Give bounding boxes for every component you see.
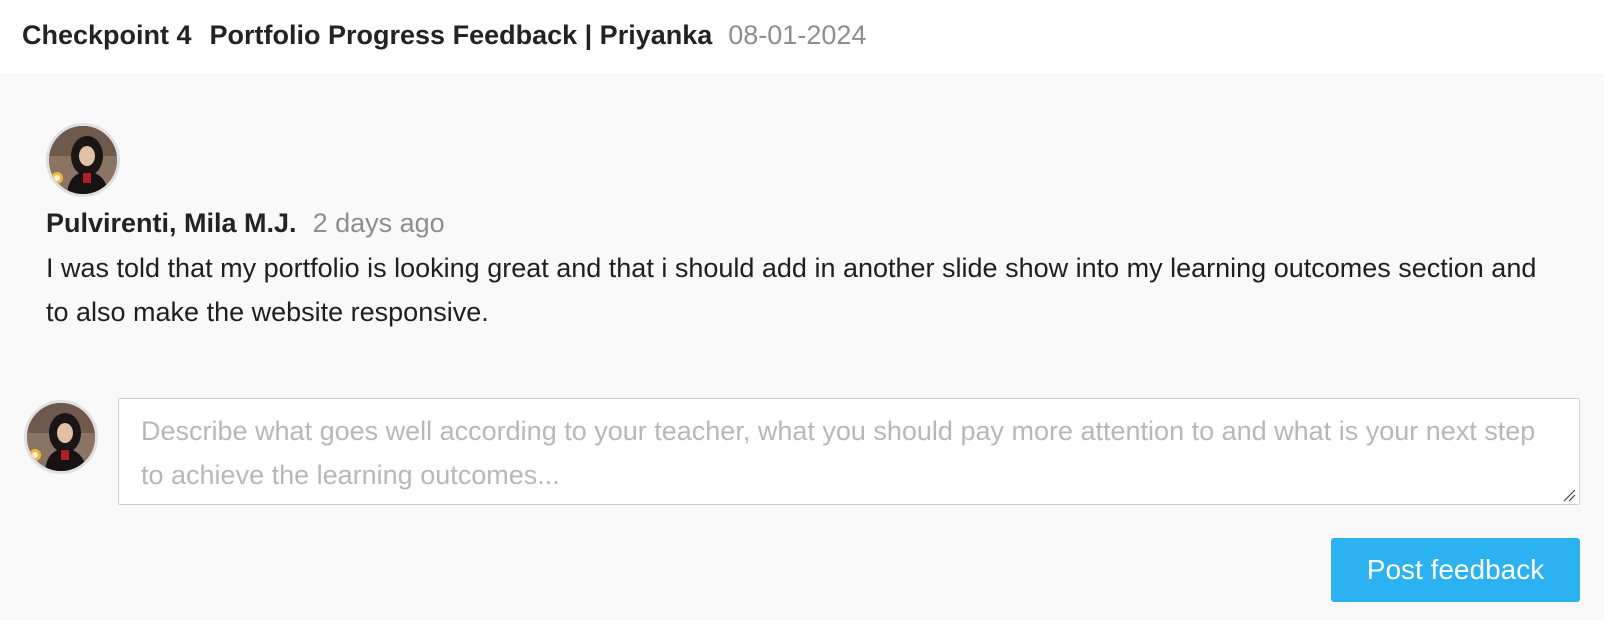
comment-timestamp: 2 days ago xyxy=(312,208,445,238)
checkpoint-label: Checkpoint 4 xyxy=(22,20,192,50)
comment-meta: Pulvirenti, Mila M.J. 2 days ago xyxy=(46,205,445,246)
current-user-avatar xyxy=(24,400,98,474)
comment-author-name: Pulvirenti, Mila M.J. xyxy=(46,208,297,238)
comment-body: I was told that my portfolio is looking … xyxy=(46,253,1537,327)
comment-author-avatar xyxy=(46,123,120,197)
resize-handle-icon[interactable] xyxy=(1562,488,1576,502)
avatar-photo-icon xyxy=(49,126,117,194)
page-title: Portfolio Progress Feedback | Priyanka xyxy=(209,20,713,50)
header-title-row: Checkpoint 4 Portfolio Progress Feedback … xyxy=(22,17,866,53)
page-header: Checkpoint 4 Portfolio Progress Feedback … xyxy=(0,0,1604,73)
avatar-photo-icon xyxy=(27,403,95,471)
feedback-textarea[interactable] xyxy=(118,398,1580,505)
post-feedback-button[interactable]: Post feedback xyxy=(1331,538,1580,602)
header-date: 08-01-2024 xyxy=(728,20,867,50)
